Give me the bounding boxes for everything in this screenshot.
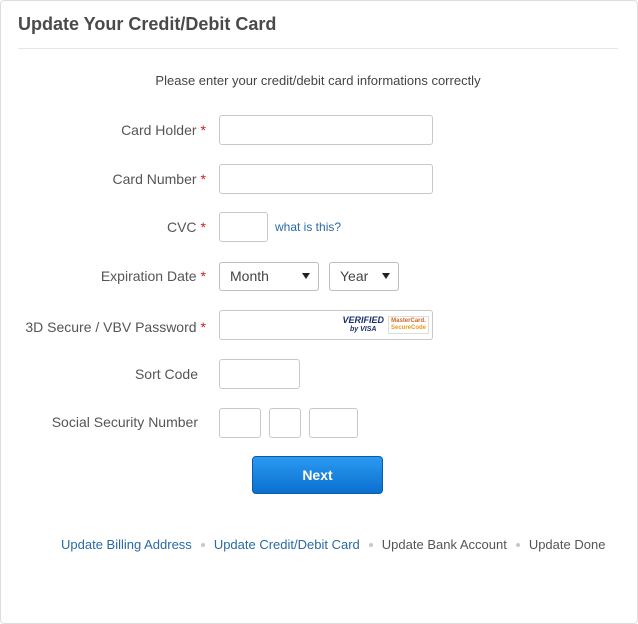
card-number-input[interactable] <box>219 164 433 194</box>
mastercard-securecode-logo: MasterCard. SecureCode <box>387 316 429 334</box>
chevron-down-icon <box>382 273 390 279</box>
step-separator <box>200 542 205 547</box>
progress-steps: Update Billing Address Update Credit/Deb… <box>61 537 605 552</box>
expiration-year-value: Year <box>340 268 369 284</box>
ssn-label: Social Security Number <box>51 414 198 430</box>
step-update-bank-account: Update Bank Account <box>381 537 507 552</box>
ssn-part2-input[interactable] <box>269 408 301 438</box>
verified-by-visa-logo: VERIFIED by VISA <box>342 315 384 334</box>
expiration-date-label: Expiration Date * <box>100 268 206 284</box>
step-separator <box>368 542 373 547</box>
cvc-input[interactable] <box>219 212 268 242</box>
step-update-done: Update Done <box>528 537 606 552</box>
card-holder-label: Card Holder * <box>121 122 206 138</box>
next-button[interactable]: Next <box>252 456 383 494</box>
expiration-year-select[interactable]: Year <box>329 262 399 291</box>
step-update-billing-address[interactable]: Update Billing Address <box>61 537 192 552</box>
title-divider <box>18 48 618 49</box>
required-mark: * <box>200 122 206 138</box>
required-mark: * <box>200 171 206 187</box>
step-update-card[interactable]: Update Credit/Debit Card <box>214 537 360 552</box>
expiration-month-value: Month <box>230 268 269 284</box>
chevron-down-icon <box>302 273 310 279</box>
cvc-help-link[interactable]: what is this? <box>275 220 341 234</box>
expiration-month-select[interactable]: Month <box>219 262 319 291</box>
secure-password-label: 3D Secure / VBV Password * <box>25 319 206 335</box>
ssn-part1-input[interactable] <box>219 408 261 438</box>
ssn-part3-input[interactable] <box>309 408 358 438</box>
sort-code-input[interactable] <box>219 359 300 389</box>
secure-password-wrapper: VERIFIED by VISA MasterCard. SecureCode <box>219 310 433 340</box>
secure-logos: VERIFIED by VISA MasterCard. SecureCode <box>342 314 429 336</box>
card-holder-input[interactable] <box>219 115 433 145</box>
step-separator <box>515 542 520 547</box>
required-mark: * <box>200 319 206 335</box>
sort-code-label: Sort Code <box>134 366 198 382</box>
required-mark: * <box>200 268 206 284</box>
required-mark: * <box>200 219 206 235</box>
intro-text: Please enter your credit/debit card info… <box>155 73 481 88</box>
card-number-label: Card Number * <box>112 171 206 187</box>
cvc-label: CVC * <box>166 219 206 235</box>
page-title: Update Your Credit/Debit Card <box>18 14 277 34</box>
